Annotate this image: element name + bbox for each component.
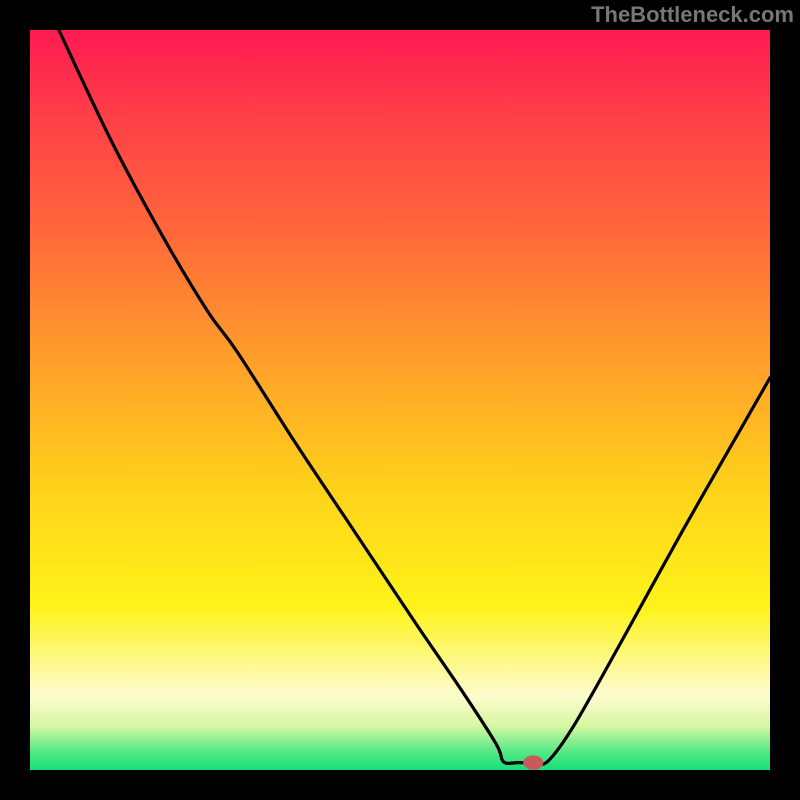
bottleneck-curve <box>59 30 770 764</box>
chart-container: TheBottleneck.com <box>0 0 800 800</box>
plot-area <box>30 30 770 770</box>
optimal-point-marker <box>524 756 543 769</box>
curve-svg <box>30 30 770 770</box>
watermark-label: TheBottleneck.com <box>591 2 794 28</box>
